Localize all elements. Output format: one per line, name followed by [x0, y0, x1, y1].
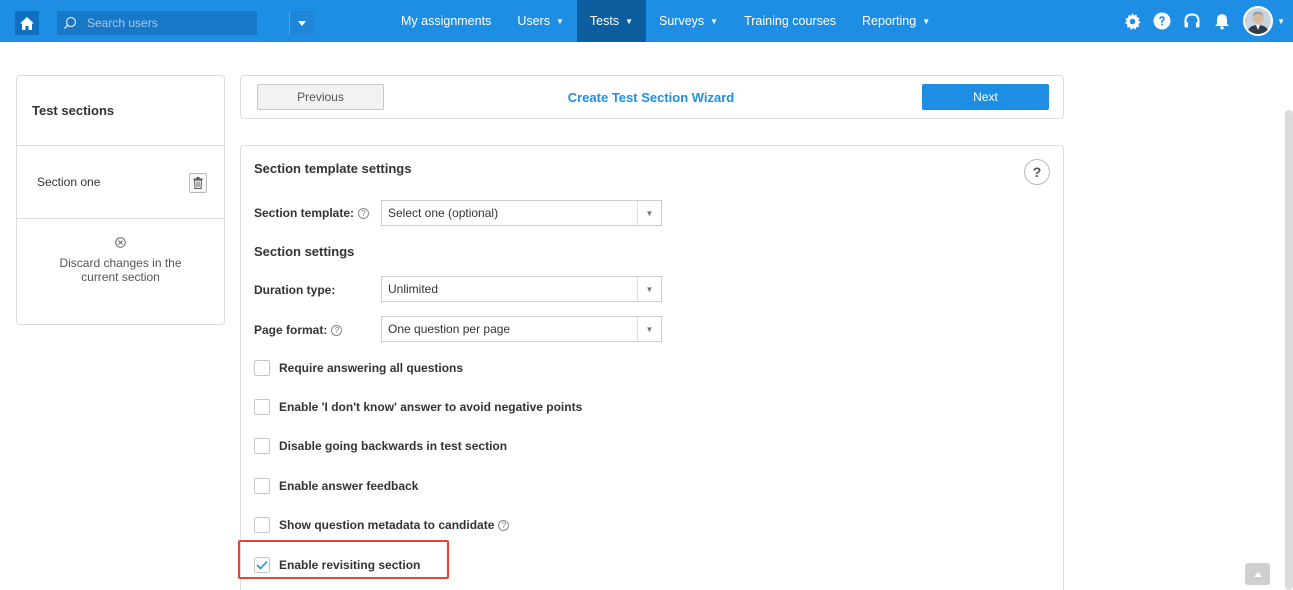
- navbar: My assignments Users ▼ Tests ▼ Surveys ▼ Tr…: [0, 0, 1293, 42]
- nav-label: Surveys: [659, 14, 705, 28]
- select-value: One question per page: [388, 322, 511, 336]
- close-circle-icon: [17, 237, 224, 252]
- help-icon[interactable]: ?: [1024, 159, 1050, 185]
- section-settings-panel: ? Section template settings Section temp…: [238, 145, 1064, 590]
- scroll-to-top-button[interactable]: [1245, 563, 1270, 585]
- gear-icon[interactable]: [1122, 11, 1142, 31]
- caret-down-icon: ▼: [555, 16, 564, 26]
- discard-changes-button[interactable]: Discard changes in the current section: [17, 219, 224, 284]
- help-tooltip-icon[interactable]: ?: [358, 207, 370, 219]
- caret-down-icon[interactable]: ▼: [1277, 17, 1285, 26]
- option-label: Disable going backwards in test section: [279, 439, 508, 453]
- option-i-dont-know[interactable]: Enable 'I don't know' answer to avoid ne…: [254, 399, 582, 415]
- select-value: Unlimited: [388, 282, 439, 296]
- caret-down-icon: ▼: [922, 16, 931, 26]
- page-format-select[interactable]: One question per page ▼: [381, 316, 662, 342]
- delete-section-button[interactable]: [189, 173, 207, 193]
- help-tooltip-icon[interactable]: ?: [498, 519, 510, 531]
- duration-label: Duration type:: [254, 283, 336, 297]
- page-format-label-row: Page format: ?: [254, 323, 343, 337]
- nav-label: Reporting: [862, 14, 917, 28]
- option-require-all[interactable]: Require answering all questions: [254, 360, 463, 376]
- avatar[interactable]: [1243, 6, 1274, 36]
- option-label: Show question metadata to candidate: [279, 518, 495, 532]
- select-value: Select one (optional): [388, 206, 499, 220]
- section-settings-heading: Section settings: [254, 244, 355, 259]
- help-tooltip-icon[interactable]: ?: [331, 324, 343, 336]
- template-settings-heading: Section template settings: [254, 161, 412, 176]
- checkmark-icon: [256, 560, 268, 570]
- caret-up-icon: [1253, 571, 1262, 577]
- checkbox-checked[interactable]: [254, 557, 270, 573]
- bell-icon[interactable]: [1212, 11, 1232, 31]
- checkbox[interactable]: [254, 517, 270, 533]
- nav-reporting[interactable]: Reporting ▼: [849, 0, 943, 42]
- search-input[interactable]: [87, 14, 282, 32]
- wizard-title: Create Test Section Wizard: [567, 90, 735, 105]
- section-list-item[interactable]: Section one: [17, 146, 224, 219]
- nav-my-assignments[interactable]: My assignments: [388, 0, 504, 42]
- nav-label: Training courses: [744, 14, 837, 28]
- caret-down-icon: ▼: [637, 201, 661, 225]
- nav-label: Users: [517, 14, 550, 28]
- home-icon: [20, 16, 34, 30]
- option-disable-backwards[interactable]: Disable going backwards in test section: [254, 438, 507, 454]
- nav-surveys[interactable]: Surveys ▼: [646, 0, 731, 42]
- home-button[interactable]: [15, 11, 39, 35]
- main-nav: My assignments Users ▼ Tests ▼ Surveys ▼ Tr…: [388, 0, 943, 42]
- nav-label: My assignments: [401, 14, 492, 28]
- checkbox[interactable]: [254, 360, 270, 376]
- option-revisiting-section[interactable]: Enable revisiting section: [254, 557, 420, 573]
- trash-icon: [193, 177, 203, 189]
- previous-button[interactable]: Previous: [257, 84, 384, 110]
- duration-type-select[interactable]: Unlimited ▼: [381, 276, 662, 302]
- option-answer-feedback[interactable]: Enable answer feedback: [254, 478, 418, 494]
- checkbox[interactable]: [254, 438, 270, 454]
- panel-title: Test sections: [17, 76, 224, 146]
- test-sections-panel: Test sections Section one Discard change…: [16, 75, 225, 325]
- option-label: Enable revisiting section: [279, 558, 421, 572]
- help-icon[interactable]: [1152, 11, 1172, 31]
- top-bar: My assignments Users ▼ Tests ▼ Surveys ▼ Tr…: [0, 0, 1293, 47]
- caret-down-icon: ▼: [710, 16, 719, 26]
- template-label: Section template:: [254, 206, 355, 220]
- option-label: Require answering all questions: [279, 361, 464, 375]
- checkbox[interactable]: [254, 399, 270, 415]
- user-search: [57, 11, 314, 35]
- search-dropdown-button[interactable]: [289, 11, 314, 35]
- caret-down-icon: ▼: [637, 317, 661, 341]
- caret-down-icon: ▼: [637, 277, 661, 301]
- section-name: Section one: [37, 175, 101, 189]
- wizard-header: Previous Create Test Section Wizard Next: [240, 75, 1064, 119]
- template-label-row: Section template: ?: [254, 206, 370, 220]
- nav-label: Tests: [589, 14, 620, 28]
- discard-label: Discard changes in the current section: [59, 256, 182, 284]
- option-label: Enable 'I don't know' answer to avoid ne…: [279, 400, 583, 414]
- page-scrollbar[interactable]: [1285, 110, 1293, 590]
- headset-icon[interactable]: [1182, 11, 1202, 31]
- page-format-label: Page format:: [254, 323, 328, 337]
- checkbox[interactable]: [254, 478, 270, 494]
- section-template-select[interactable]: Select one (optional) ▼: [381, 200, 662, 226]
- caret-down-icon: ▼: [625, 16, 633, 26]
- caret-down-icon: [298, 20, 306, 26]
- nav-training-courses[interactable]: Training courses: [731, 0, 849, 42]
- option-label: Enable answer feedback: [279, 479, 419, 493]
- nav-right-tools: ▼: [1117, 0, 1285, 42]
- nav-tests[interactable]: Tests ▼: [576, 0, 646, 42]
- nav-users[interactable]: Users ▼: [504, 0, 577, 42]
- option-question-metadata[interactable]: Show question metadata to candidate ?: [254, 517, 510, 533]
- next-button[interactable]: Next: [922, 84, 1049, 110]
- search-icon: [63, 16, 77, 30]
